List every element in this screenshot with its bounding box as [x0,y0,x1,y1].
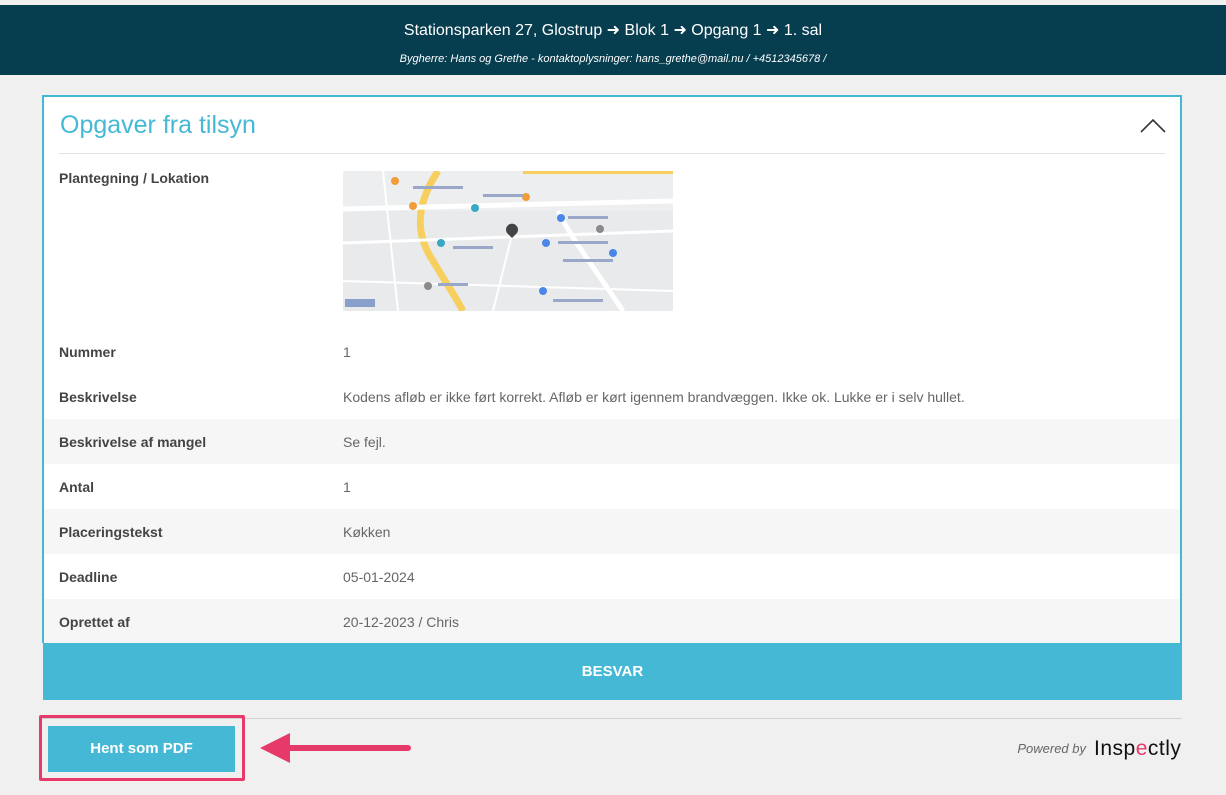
task-card: Opgaver fra tilsyn Plantegning / Lokatio… [42,95,1182,644]
row-beskrivelse: Beskrivelse Kodens afløb er ikke ført ko… [44,374,1180,419]
location-map[interactable] [343,171,673,311]
row-placeringstekst: Placeringstekst Køkken [44,509,1180,554]
location-label: Plantegning / Lokation [59,170,210,186]
card-title: Opgaver fra tilsyn [60,111,256,139]
row-label: Antal [59,479,94,495]
download-pdf-button[interactable]: Hent som PDF [48,726,235,772]
powered-by-text: Powered by [1017,741,1086,756]
row-value: 1 [343,344,351,360]
row-label: Beskrivelse [59,389,137,405]
logo-text-post: ctly [1147,737,1182,760]
row-label: Placeringstekst [59,524,163,540]
chevron-up-icon [1140,118,1166,133]
row-oprettet-af: Oprettet af 20-12-2023 / Chris [44,599,1180,644]
logo-text-pre: Insp [1094,737,1136,760]
row-value: Se fejl. [343,434,386,450]
row-beskrivelse-af-mangel: Beskrivelse af mangel Se fejl. [44,419,1180,464]
arrow-left-icon [260,733,411,763]
row-label: Deadline [59,569,118,585]
row-nummer: Nummer 1 [44,329,1180,374]
row-antal: Antal 1 [44,464,1180,509]
row-value: 1 [343,479,351,495]
logo-text-accent: e [1135,737,1148,760]
row-label: Oprettet af [59,614,130,630]
row-deadline: Deadline 05-01-2024 [44,554,1180,599]
inspectly-logo[interactable]: Inspectly [1094,737,1181,761]
breadcrumb: Stationsparken 27, Glostrup ➜ Blok 1 ➜ O… [403,22,823,39]
contact-info: Bygherre: Hans og Grethe - kontaktoplysn… [399,53,827,65]
map-image [343,171,673,311]
collapse-button[interactable] [1138,115,1168,137]
row-value: 20-12-2023 / Chris [343,614,459,630]
row-value: Køkken [343,524,391,540]
row-value: 05-01-2024 [343,569,415,585]
top-header: Stationsparken 27, Glostrup ➜ Blok 1 ➜ O… [0,5,1226,75]
divider [59,153,1165,154]
row-value: Kodens afløb er ikke ført korrekt. Afløb… [343,389,965,405]
row-label: Nummer [59,344,116,360]
row-label: Beskrivelse af mangel [59,434,207,450]
answer-button[interactable]: BESVAR [43,643,1182,700]
